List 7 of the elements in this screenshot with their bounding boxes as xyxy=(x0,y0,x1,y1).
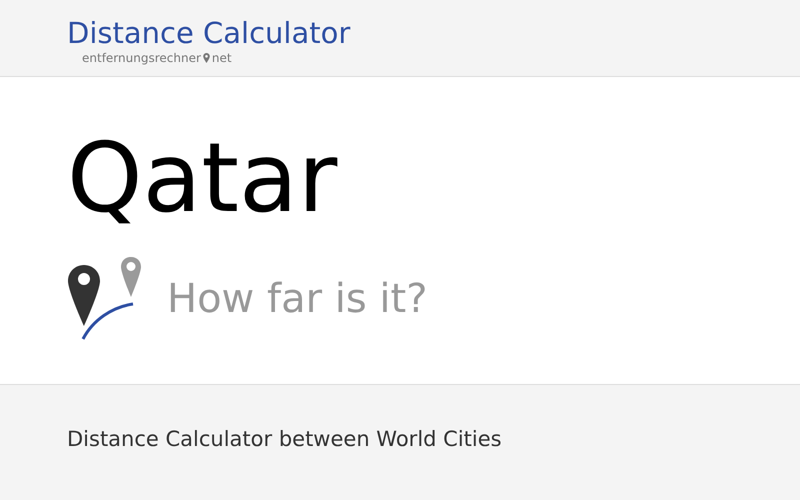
pin-icon xyxy=(202,53,210,63)
footer-text: Distance Calculator between World Cities xyxy=(67,426,502,453)
site-subtitle-suffix: net xyxy=(212,51,232,65)
tagline: How far is it? xyxy=(167,275,428,323)
site-title[interactable]: Distance Calculator xyxy=(67,15,350,51)
site-subtitle: entfernungsrechner xyxy=(82,51,201,65)
country-heading: Qatar xyxy=(67,123,338,233)
